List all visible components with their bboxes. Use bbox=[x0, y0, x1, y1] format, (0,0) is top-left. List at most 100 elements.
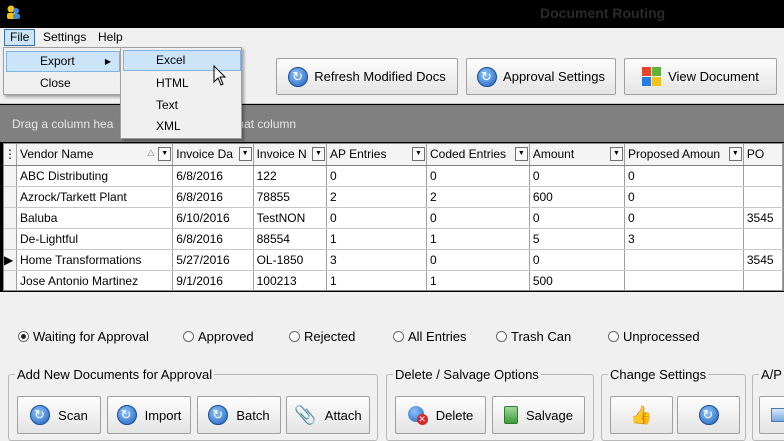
import-button[interactable]: Import bbox=[107, 396, 191, 434]
view-document-button[interactable]: View Document bbox=[624, 58, 777, 95]
radio-approved[interactable]: Approved bbox=[183, 329, 254, 344]
current-row-indicator-icon[interactable]: ▶ bbox=[4, 249, 17, 271]
table-cell[interactable]: 0 bbox=[326, 165, 427, 187]
menu-file[interactable]: File bbox=[4, 29, 36, 46]
table-cell[interactable]: 88554 bbox=[253, 228, 328, 250]
table-cell[interactable]: 6/8/2016 bbox=[172, 165, 254, 187]
filter-dropdown-icon[interactable]: ▼ bbox=[514, 147, 528, 161]
table-cell[interactable]: 0 bbox=[426, 165, 530, 187]
row-indicator[interactable] bbox=[4, 207, 17, 229]
scan-button[interactable]: Scan bbox=[17, 396, 101, 434]
table-row[interactable]: ABC Distributing 6/8/2016 122 0 0 0 0 bbox=[4, 165, 783, 187]
table-cell[interactable]: 3 bbox=[326, 249, 427, 271]
table-cell[interactable]: 6/10/2016 bbox=[172, 207, 254, 229]
filter-dropdown-icon[interactable]: ▼ bbox=[728, 147, 742, 161]
menu-help[interactable]: Help bbox=[93, 29, 128, 46]
table-row[interactable]: ▶ Home Transformations 5/27/2016 OL-1850… bbox=[4, 249, 783, 271]
column-header[interactable]: Coded Entries ▼ bbox=[426, 144, 530, 166]
radio-waiting-for-approval[interactable]: Waiting for Approval bbox=[18, 329, 149, 344]
table-row[interactable]: Baluba 6/10/2016 TestNON 0 0 0 0 3545 bbox=[4, 207, 783, 229]
table-cell[interactable]: 500 bbox=[529, 270, 626, 290]
table-cell[interactable]: 0 bbox=[426, 207, 530, 229]
table-cell[interactable]: 5/27/2016 bbox=[172, 249, 254, 271]
table-cell[interactable]: De-Lightful bbox=[16, 228, 174, 250]
thumbs-up-settings-button[interactable]: 👍 bbox=[610, 396, 673, 434]
table-cell[interactable]: 0 bbox=[624, 207, 744, 229]
table-row[interactable]: Jose Antonio Martinez 9/1/2016 100213 1 … bbox=[4, 270, 783, 290]
table-cell[interactable]: OL-1850 bbox=[253, 249, 328, 271]
filter-dropdown-icon[interactable]: ▼ bbox=[411, 147, 425, 161]
table-cell[interactable]: 3 bbox=[624, 228, 744, 250]
column-header[interactable]: PO bbox=[743, 144, 783, 166]
table-cell[interactable]: 3545 bbox=[743, 249, 783, 271]
table-cell[interactable] bbox=[624, 249, 744, 271]
row-indicator[interactable] bbox=[4, 228, 17, 250]
table-cell[interactable]: 1 bbox=[326, 270, 427, 290]
table-row[interactable]: De-Lightful 6/8/2016 88554 1 1 5 3 bbox=[4, 228, 783, 250]
refresh-settings-button[interactable] bbox=[677, 396, 740, 434]
table-cell[interactable]: 5 bbox=[529, 228, 626, 250]
radio-trash-can[interactable]: Trash Can bbox=[496, 329, 571, 344]
approval-settings-button[interactable]: Approval Settings bbox=[466, 58, 616, 95]
group-by-bar[interactable]: Drag a column hea hat column bbox=[0, 105, 784, 142]
table-cell[interactable] bbox=[743, 228, 783, 250]
table-cell[interactable]: 122 bbox=[253, 165, 328, 187]
table-cell[interactable]: Jose Antonio Martinez bbox=[16, 270, 174, 290]
column-header[interactable]: Proposed Amoun ▼ bbox=[624, 144, 744, 166]
row-indicator[interactable] bbox=[4, 186, 17, 208]
table-cell[interactable]: 2 bbox=[426, 186, 530, 208]
refresh-modified-docs-button[interactable]: Refresh Modified Docs bbox=[276, 58, 458, 95]
table-cell[interactable]: 0 bbox=[426, 249, 530, 271]
filter-dropdown-icon[interactable]: ▼ bbox=[238, 147, 252, 161]
table-cell[interactable] bbox=[743, 186, 783, 208]
table-cell[interactable]: 0 bbox=[529, 165, 626, 187]
menu-item-export[interactable]: Export ▶ bbox=[6, 51, 120, 72]
delete-button[interactable]: ✕ Delete bbox=[395, 396, 486, 434]
table-cell[interactable]: Baluba bbox=[16, 207, 174, 229]
salvage-button[interactable]: Salvage bbox=[492, 396, 585, 434]
radio-unprocessed[interactable]: Unprocessed bbox=[608, 329, 700, 344]
table-cell[interactable]: 1 bbox=[326, 228, 427, 250]
row-indicator[interactable] bbox=[4, 270, 17, 290]
column-header[interactable]: Amount ▼ bbox=[529, 144, 626, 166]
menu-settings[interactable]: Settings bbox=[38, 29, 91, 46]
filter-dropdown-icon[interactable]: ▼ bbox=[158, 147, 172, 161]
table-cell[interactable]: 600 bbox=[529, 186, 626, 208]
column-header[interactable]: Vendor Name △ ▼ bbox=[16, 144, 174, 166]
table-cell[interactable]: 9/1/2016 bbox=[172, 270, 254, 290]
table-cell[interactable] bbox=[624, 270, 744, 290]
table-cell[interactable] bbox=[743, 270, 783, 290]
row-indicator[interactable] bbox=[4, 165, 17, 187]
table-cell[interactable]: TestNON bbox=[253, 207, 328, 229]
table-cell[interactable]: 1 bbox=[426, 270, 530, 290]
radio-all-entries[interactable]: All Entries bbox=[393, 329, 467, 344]
table-cell[interactable]: 3545 bbox=[743, 207, 783, 229]
table-cell[interactable]: 1 bbox=[426, 228, 530, 250]
table-cell[interactable]: 78855 bbox=[253, 186, 328, 208]
table-cell[interactable]: 6/8/2016 bbox=[172, 186, 254, 208]
batch-button[interactable]: Batch bbox=[197, 396, 281, 434]
table-cell[interactable] bbox=[743, 165, 783, 187]
table-cell[interactable]: 2 bbox=[326, 186, 427, 208]
radio-rejected[interactable]: Rejected bbox=[289, 329, 355, 344]
table-row[interactable]: Azrock/Tarkett Plant 6/8/2016 78855 2 2 … bbox=[4, 186, 783, 208]
table-cell[interactable]: 0 bbox=[624, 165, 744, 187]
column-header[interactable]: AP Entries ▼ bbox=[326, 144, 427, 166]
attach-button[interactable]: 📎 Attach bbox=[286, 396, 370, 434]
table-cell[interactable]: 100213 bbox=[253, 270, 328, 290]
table-cell[interactable]: 0 bbox=[326, 207, 427, 229]
table-cell[interactable]: 0 bbox=[529, 249, 626, 271]
menu-item-text[interactable]: Text bbox=[123, 95, 241, 116]
column-header[interactable]: Invoice N ▼ bbox=[253, 144, 328, 166]
table-cell[interactable]: 6/8/2016 bbox=[172, 228, 254, 250]
table-cell[interactable]: 0 bbox=[624, 186, 744, 208]
table-cell[interactable]: Home Transformations bbox=[16, 249, 174, 271]
table-cell[interactable]: 0 bbox=[529, 207, 626, 229]
menu-item-close[interactable]: Close bbox=[6, 73, 120, 94]
ap-button[interactable] bbox=[759, 396, 784, 434]
filter-dropdown-icon[interactable]: ▼ bbox=[610, 147, 624, 161]
column-chooser[interactable]: ⋮ bbox=[4, 144, 17, 166]
column-header[interactable]: Invoice Da ▼ bbox=[172, 144, 254, 166]
table-cell[interactable]: Azrock/Tarkett Plant bbox=[16, 186, 174, 208]
table-cell[interactable]: ABC Distributing bbox=[16, 165, 174, 187]
